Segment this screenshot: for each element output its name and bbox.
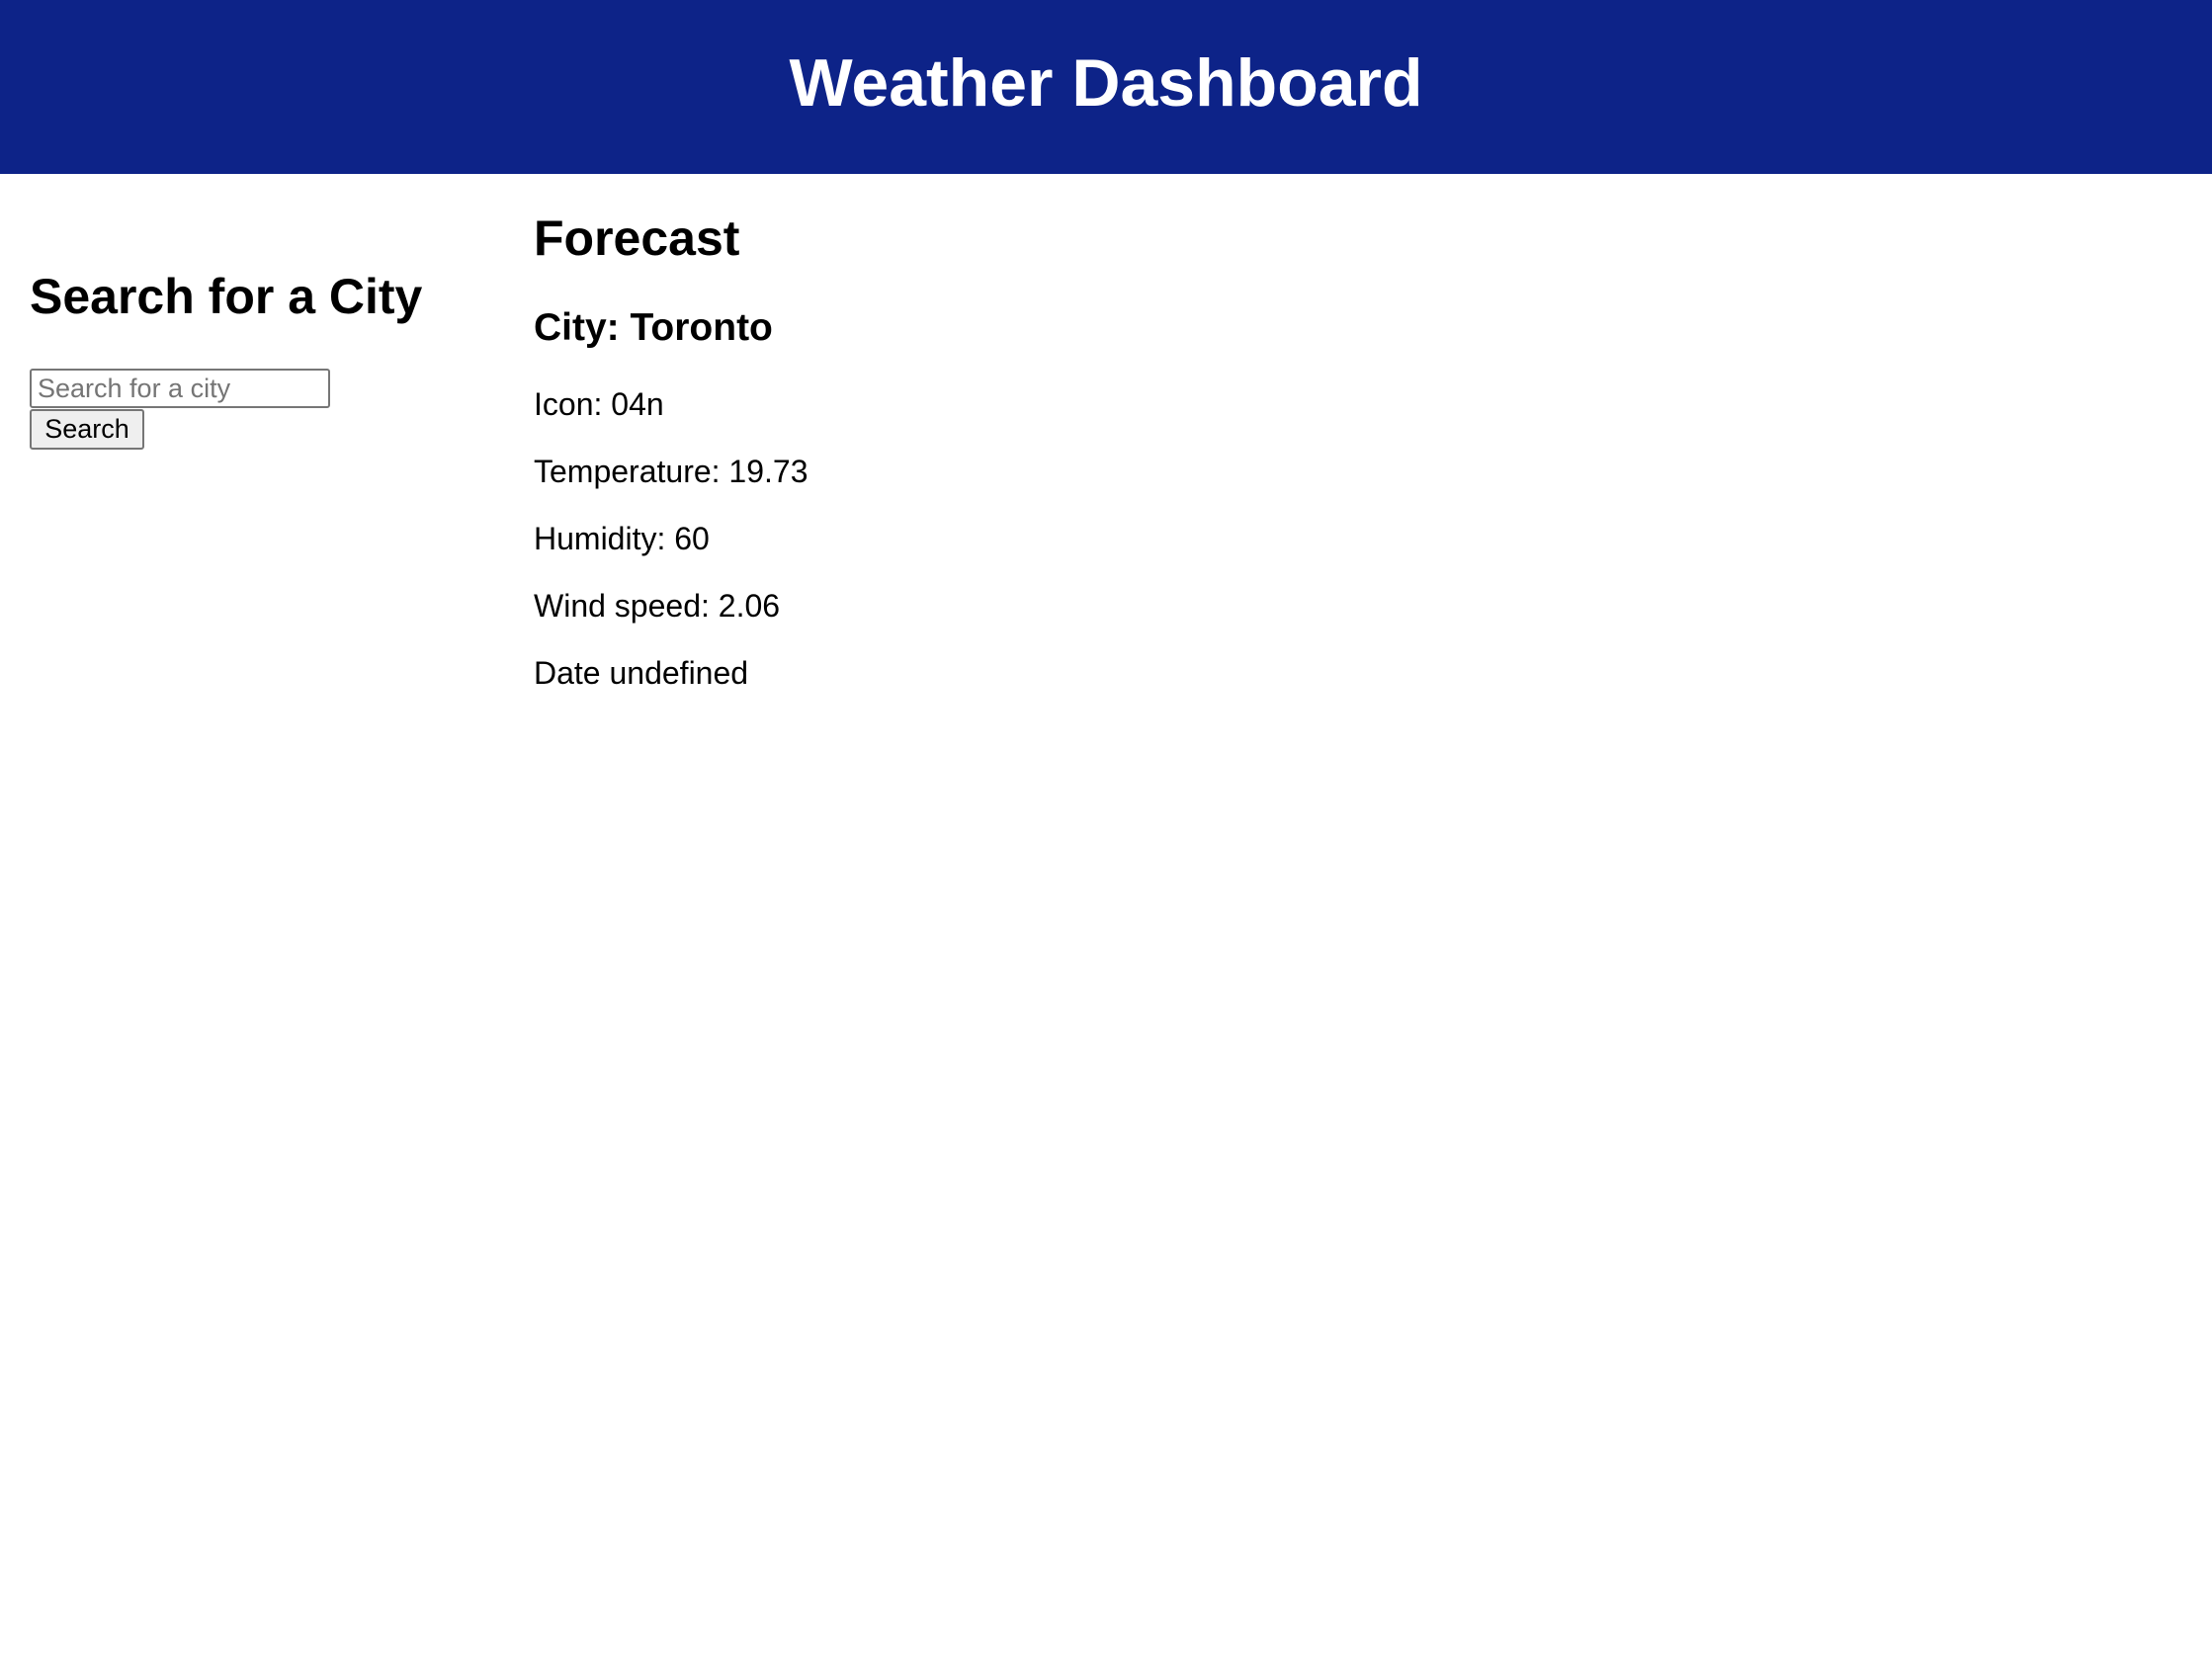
forecast-date: Date undefined (534, 655, 749, 691)
forecast-humidity: Humidity: 60 (534, 521, 710, 556)
forecast-icon-code: Icon: 04n (534, 386, 664, 422)
search-heading: Search for a City (30, 269, 423, 324)
page-header: Weather Dashboard (0, 0, 2212, 174)
page-title: Weather Dashboard (789, 45, 1423, 121)
forecast-temperature: Temperature: 19.73 (534, 454, 808, 489)
forecast-city: City: Toronto (534, 306, 773, 349)
forecast-wind-speed: Wind speed: 2.06 (534, 588, 781, 624)
forecast-heading: Forecast (534, 210, 740, 266)
search-button[interactable]: Search (30, 409, 144, 450)
search-input[interactable] (30, 369, 330, 408)
